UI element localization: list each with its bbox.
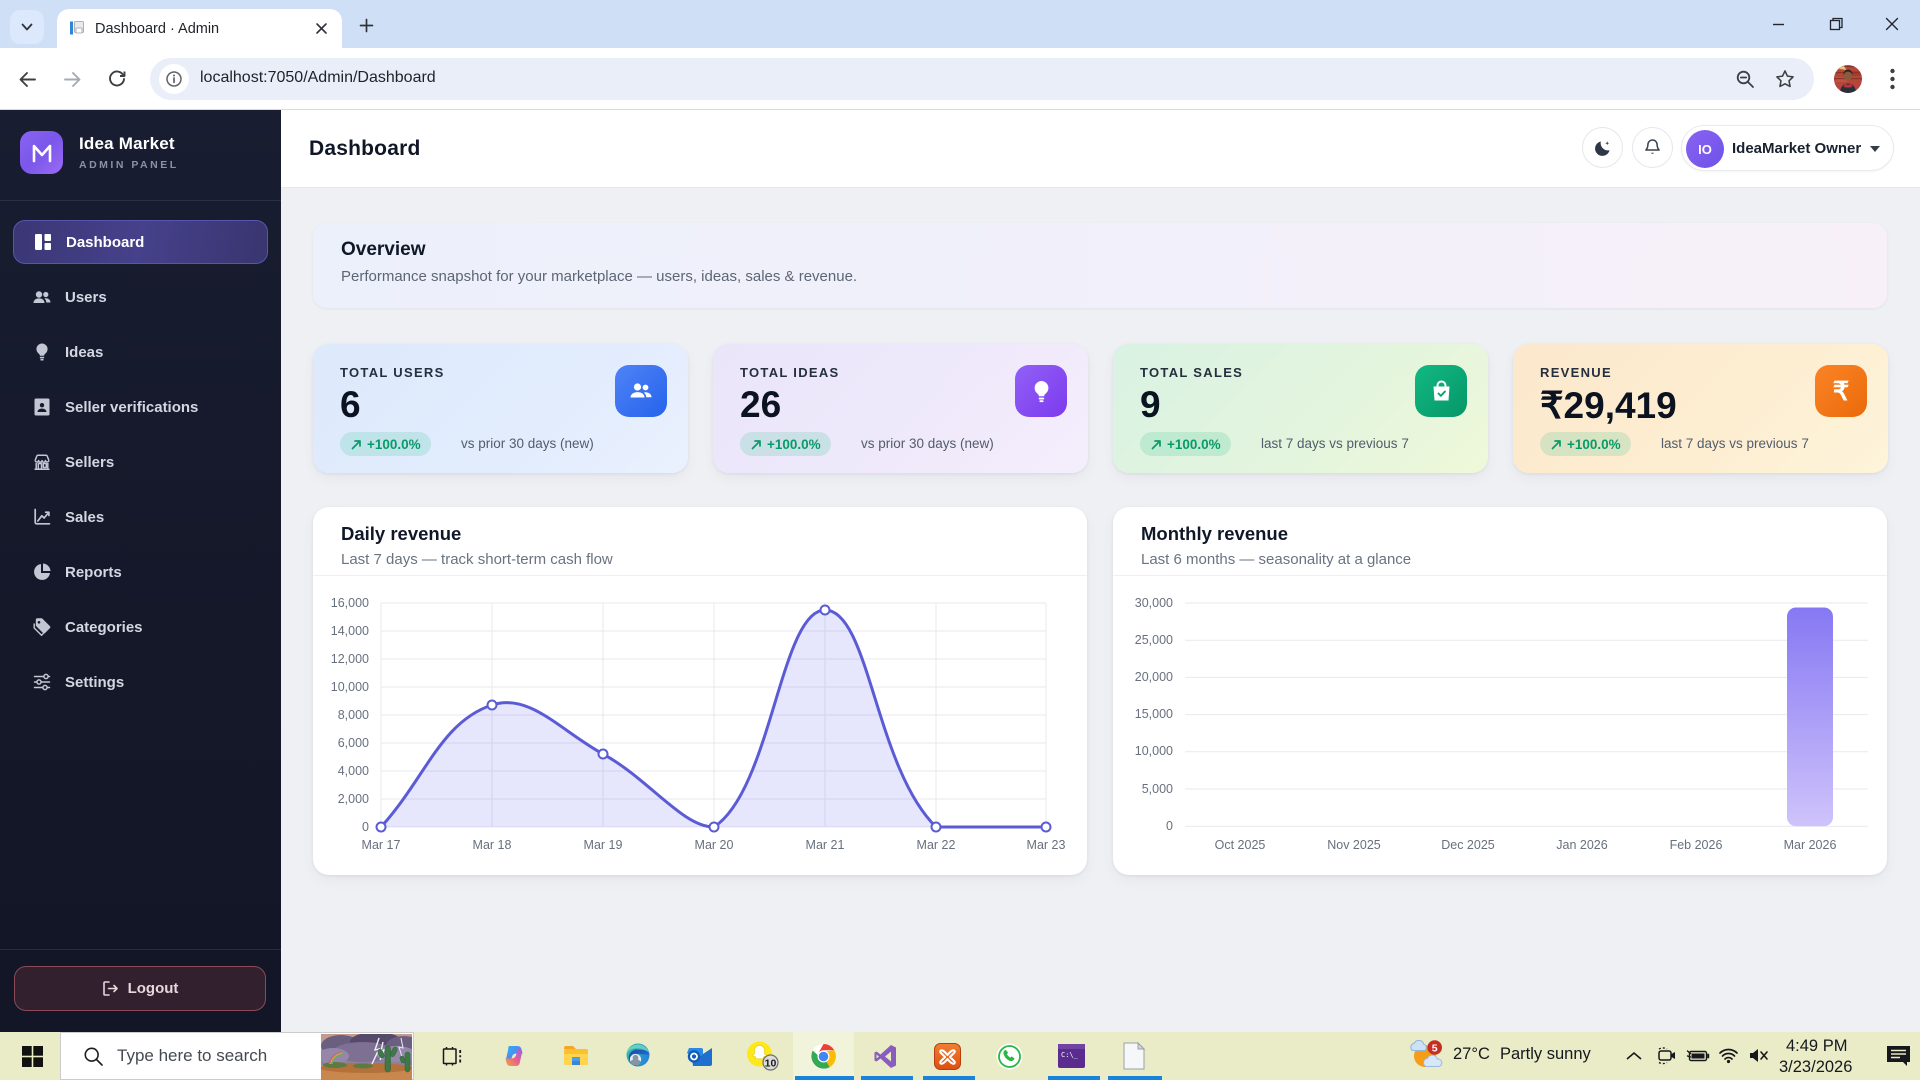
svg-text:20,000: 20,000	[1135, 670, 1173, 684]
svg-text:6,000: 6,000	[338, 736, 369, 750]
svg-text:10,000: 10,000	[1135, 744, 1173, 758]
svg-text:4,000: 4,000	[338, 764, 369, 778]
svg-text:Oct 2025: Oct 2025	[1215, 838, 1266, 852]
svg-text:5: 5	[1432, 1042, 1438, 1054]
svg-text:30,000: 30,000	[1135, 596, 1173, 610]
svg-text:Dec 2025: Dec 2025	[1441, 838, 1495, 852]
svg-text:Jan 2026: Jan 2026	[1556, 838, 1607, 852]
svg-text:15,000: 15,000	[1135, 707, 1173, 721]
svg-text:Feb 2026: Feb 2026	[1670, 838, 1723, 852]
svg-text:0: 0	[1166, 819, 1173, 833]
svg-text:14,000: 14,000	[331, 624, 369, 638]
svg-text:Nov 2025: Nov 2025	[1327, 838, 1381, 852]
svg-text:Mar 17: Mar 17	[362, 838, 401, 852]
svg-text:16,000: 16,000	[331, 596, 369, 610]
svg-text:8,000: 8,000	[338, 708, 369, 722]
svg-text:10,000: 10,000	[331, 680, 369, 694]
svg-text:Mar 19: Mar 19	[584, 838, 623, 852]
svg-text:Mar 23: Mar 23	[1027, 838, 1066, 852]
svg-text:Mar 18: Mar 18	[473, 838, 512, 852]
svg-text:Mar 22: Mar 22	[917, 838, 956, 852]
svg-text:10: 10	[764, 1057, 776, 1069]
svg-text:Mar 21: Mar 21	[806, 838, 845, 852]
svg-text:Mar 20: Mar 20	[695, 838, 734, 852]
svg-text:Mar 2026: Mar 2026	[1784, 838, 1837, 852]
svg-text:C:\_: C:\_	[1061, 1051, 1079, 1059]
svg-text:2,000: 2,000	[338, 792, 369, 806]
svg-text:25,000: 25,000	[1135, 633, 1173, 647]
svg-text:0: 0	[362, 820, 369, 834]
svg-text:12,000: 12,000	[331, 652, 369, 666]
svg-text:5,000: 5,000	[1142, 782, 1173, 796]
